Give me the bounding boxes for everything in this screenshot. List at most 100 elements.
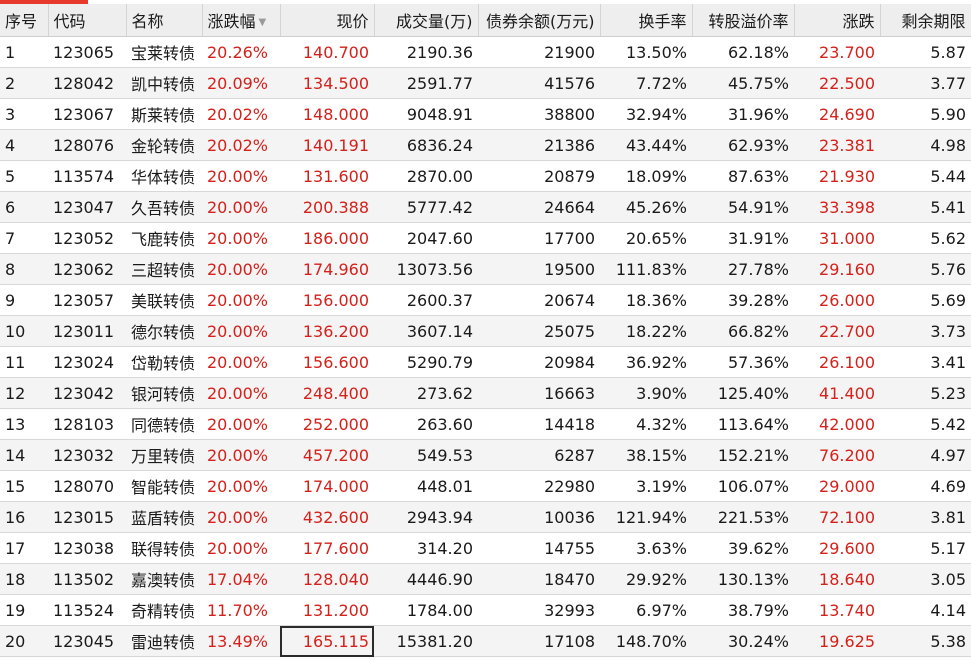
cell-price[interactable]: 156.600 [280, 346, 374, 378]
cell-index[interactable]: 8 [0, 253, 48, 285]
cell-bond-balance[interactable]: 20674 [478, 284, 600, 316]
cell-change-pct[interactable]: 20.00% [202, 377, 280, 409]
cell-name[interactable]: 奇精转债 [126, 594, 202, 626]
cell-remaining-term[interactable]: 5.23 [880, 377, 971, 409]
cell-remaining-term[interactable]: 4.69 [880, 470, 971, 502]
cell-code[interactable]: 123057 [48, 284, 126, 316]
cell-change-pct[interactable]: 13.49% [202, 625, 280, 657]
cell-change-pct[interactable]: 20.00% [202, 284, 280, 316]
cell-price[interactable]: 457.200 [280, 439, 374, 471]
cell-bond-balance[interactable]: 41576 [478, 67, 600, 99]
cell-change-pct[interactable]: 20.00% [202, 439, 280, 471]
table-row[interactable]: 2 128042 凯中转债 20.09% 134.500 2591.77 41576 7.72… [0, 67, 971, 99]
table-row[interactable]: 17 123038 联得转债 20.00% 177.600 314.20 14755 3.63… [0, 532, 971, 564]
cell-turnover[interactable]: 18.22% [600, 315, 692, 347]
cell-name[interactable]: 华体转债 [126, 160, 202, 192]
cell-name[interactable]: 嘉澳转债 [126, 563, 202, 595]
cell-change[interactable]: 26.100 [794, 346, 880, 378]
cell-name[interactable]: 岱勒转债 [126, 346, 202, 378]
cell-change[interactable]: 21.930 [794, 160, 880, 192]
cell-bond-balance[interactable]: 20879 [478, 160, 600, 192]
cell-code[interactable]: 123045 [48, 625, 126, 657]
cell-volume[interactable]: 314.20 [374, 532, 478, 564]
cell-name[interactable]: 联得转债 [126, 532, 202, 564]
cell-turnover[interactable]: 4.32% [600, 408, 692, 440]
cell-remaining-term[interactable]: 5.42 [880, 408, 971, 440]
cell-volume[interactable]: 2943.94 [374, 501, 478, 533]
cell-bond-balance[interactable]: 32993 [478, 594, 600, 626]
cell-change-pct[interactable]: 11.70% [202, 594, 280, 626]
cell-price[interactable]: 128.040 [280, 563, 374, 595]
cell-code[interactable]: 123062 [48, 253, 126, 285]
cell-remaining-term[interactable]: 5.90 [880, 98, 971, 130]
table-row[interactable]: 16 123015 蓝盾转债 20.00% 432.600 2943.94 10036 121… [0, 501, 971, 533]
cell-code[interactable]: 123015 [48, 501, 126, 533]
cell-name[interactable]: 斯莱转债 [126, 98, 202, 130]
cell-change-pct[interactable]: 17.04% [202, 563, 280, 595]
cell-bond-balance[interactable]: 14755 [478, 532, 600, 564]
cell-conversion-premium[interactable]: 113.64% [692, 408, 794, 440]
cell-index[interactable]: 18 [0, 563, 48, 595]
cell-change[interactable]: 19.625 [794, 625, 880, 657]
cell-turnover[interactable]: 13.50% [600, 36, 692, 68]
cell-change[interactable]: 29.160 [794, 253, 880, 285]
cell-conversion-premium[interactable]: 221.53% [692, 501, 794, 533]
cell-code[interactable]: 123038 [48, 532, 126, 564]
cell-turnover[interactable]: 32.94% [600, 98, 692, 130]
cell-index[interactable]: 6 [0, 191, 48, 223]
cell-turnover[interactable]: 29.92% [600, 563, 692, 595]
cell-turnover[interactable]: 45.26% [600, 191, 692, 223]
cell-conversion-premium[interactable]: 31.91% [692, 222, 794, 254]
table-row[interactable]: 15 128070 智能转债 20.00% 174.000 448.01 22980 3.19… [0, 470, 971, 502]
cell-conversion-premium[interactable]: 45.75% [692, 67, 794, 99]
cell-index[interactable]: 7 [0, 222, 48, 254]
table-row[interactable]: 8 123062 三超转债 20.00% 174.960 13073.56 19500 111… [0, 253, 971, 285]
cell-index[interactable]: 1 [0, 36, 48, 68]
cell-price[interactable]: 252.000 [280, 408, 374, 440]
cell-bond-balance[interactable]: 21386 [478, 129, 600, 161]
cell-price[interactable]: 432.600 [280, 501, 374, 533]
cell-bond-balance[interactable]: 19500 [478, 253, 600, 285]
cell-index[interactable]: 11 [0, 346, 48, 378]
cell-remaining-term[interactable]: 5.38 [880, 625, 971, 657]
cell-price[interactable]: 140.191 [280, 129, 374, 161]
col-header-name[interactable]: 名称 [126, 4, 203, 37]
cell-code[interactable]: 123065 [48, 36, 126, 68]
cell-change-pct[interactable]: 20.00% [202, 222, 280, 254]
cell-volume[interactable]: 5777.42 [374, 191, 478, 223]
cell-change-pct[interactable]: 20.00% [202, 501, 280, 533]
cell-conversion-premium[interactable]: 54.91% [692, 191, 794, 223]
cell-volume[interactable]: 2600.37 [374, 284, 478, 316]
cell-bond-balance[interactable]: 10036 [478, 501, 600, 533]
cell-bond-balance[interactable]: 24664 [478, 191, 600, 223]
table-row[interactable]: 9 123057 美联转债 20.00% 156.000 2600.37 20674 18.3… [0, 284, 971, 316]
cell-bond-balance[interactable]: 38800 [478, 98, 600, 130]
table-row[interactable]: 14 123032 万里转债 20.00% 457.200 549.53 6287 38.15… [0, 439, 971, 471]
cell-index[interactable]: 4 [0, 129, 48, 161]
cell-index[interactable]: 3 [0, 98, 48, 130]
cell-code[interactable]: 123011 [48, 315, 126, 347]
cell-turnover[interactable]: 111.83% [600, 253, 692, 285]
cell-remaining-term[interactable]: 5.17 [880, 532, 971, 564]
cell-bond-balance[interactable]: 21900 [478, 36, 600, 68]
cell-remaining-term[interactable]: 3.73 [880, 315, 971, 347]
cell-name[interactable]: 德尔转债 [126, 315, 202, 347]
cell-turnover[interactable]: 148.70% [600, 625, 692, 657]
table-row[interactable]: 13 128103 同德转债 20.00% 252.000 263.60 14418 4.32… [0, 408, 971, 440]
cell-change[interactable]: 23.381 [794, 129, 880, 161]
cell-remaining-term[interactable]: 3.41 [880, 346, 971, 378]
cell-conversion-premium[interactable]: 27.78% [692, 253, 794, 285]
cell-turnover[interactable]: 43.44% [600, 129, 692, 161]
cell-conversion-premium[interactable]: 106.07% [692, 470, 794, 502]
cell-code[interactable]: 128103 [48, 408, 126, 440]
cell-change[interactable]: 26.000 [794, 284, 880, 316]
cell-conversion-premium[interactable]: 38.79% [692, 594, 794, 626]
cell-code[interactable]: 123042 [48, 377, 126, 409]
cell-name[interactable]: 蓝盾转债 [126, 501, 202, 533]
table-row[interactable]: 4 128076 金轮转债 20.02% 140.191 6836.24 21386 43.4… [0, 129, 971, 161]
cell-bond-balance[interactable]: 6287 [478, 439, 600, 471]
cell-turnover[interactable]: 18.09% [600, 160, 692, 192]
cell-change-pct[interactable]: 20.02% [202, 98, 280, 130]
cell-conversion-premium[interactable]: 30.24% [692, 625, 794, 657]
cell-change[interactable]: 72.100 [794, 501, 880, 533]
